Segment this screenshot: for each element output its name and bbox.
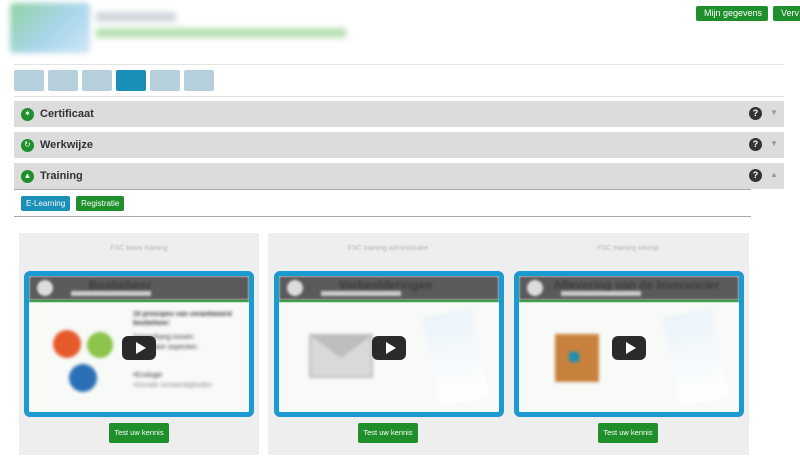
organization-name-blurred xyxy=(96,12,176,22)
channel-name-blurred xyxy=(71,291,151,296)
video-player-1[interactable]: Bosbeheer 10 principes van verantwoord b… xyxy=(24,271,254,417)
header: Mijn gegevens Verv xyxy=(0,0,800,62)
tabs-divider xyxy=(14,96,784,97)
paper-illustration xyxy=(422,307,490,407)
video-title-bar: Aflevering van de leverancier xyxy=(519,276,739,300)
envelope-illustration xyxy=(309,334,373,378)
certificate-icon: ✶ xyxy=(21,107,34,121)
play-icon[interactable] xyxy=(612,336,646,360)
play-icon[interactable] xyxy=(372,336,406,360)
graduation-cap-icon: ▲ xyxy=(21,169,34,183)
page: Mijn gegevens Verv ✶ Certificaat ? ▼ ↻ W… xyxy=(0,0,800,465)
help-icon[interactable]: ? xyxy=(749,169,762,182)
subtabs-divider xyxy=(14,216,751,217)
refresh-icon: ↻ xyxy=(21,138,34,152)
organization-subtitle-blurred xyxy=(96,28,346,38)
scheme-tab-4[interactable] xyxy=(116,70,146,91)
help-icon[interactable]: ? xyxy=(749,138,762,151)
scheme-tabs xyxy=(14,70,214,92)
scheme-tab-5[interactable] xyxy=(150,70,180,91)
video-label: FSC training administratie xyxy=(347,245,429,252)
video-player-3[interactable]: Aflevering van de leverancier xyxy=(514,271,744,417)
tab-registratie[interactable]: Registratie xyxy=(76,196,125,211)
accordion-title: Training xyxy=(40,170,83,182)
chevron-down-icon[interactable]: ▼ xyxy=(770,139,778,148)
video-player-2[interactable]: Verbeelderingen xyxy=(274,271,504,417)
accordion-werkwijze[interactable]: ↻ Werkwijze ? ▼ xyxy=(14,132,784,158)
video-card-1: FSC basis training Bosbeheer 10 principe… xyxy=(19,233,259,455)
verv-button[interactable]: Verv xyxy=(773,6,800,21)
channel-avatar xyxy=(287,280,303,296)
slide-text-3: •Ecologie xyxy=(133,372,163,379)
video-title: Verbeelderingen xyxy=(339,278,433,292)
video-card-3: FSC training inkoop Aflevering van de le… xyxy=(508,233,748,455)
channel-avatar xyxy=(527,280,543,296)
help-icon[interactable]: ? xyxy=(749,107,762,120)
accordion-title: Certificaat xyxy=(40,108,94,120)
play-icon[interactable] xyxy=(122,336,156,360)
paper-illustration xyxy=(662,307,730,407)
training-panel: FSC basis training Bosbeheer 10 principe… xyxy=(19,233,749,455)
channel-name-blurred xyxy=(561,291,641,296)
channel-name-blurred xyxy=(321,291,401,296)
test-uw-kennis-button[interactable]: Test uw kennis xyxy=(598,423,658,443)
scheme-tab-3[interactable] xyxy=(82,70,112,91)
video-card-2: FSC training administratie Verbeeldering… xyxy=(268,233,508,455)
mijn-gegevens-button[interactable]: Mijn gegevens xyxy=(696,6,768,21)
video-title-bar: Verbeelderingen xyxy=(279,276,499,300)
accordion-certificaat[interactable]: ✶ Certificaat ? ▼ xyxy=(14,101,784,127)
test-uw-kennis-button[interactable]: Test uw kennis xyxy=(358,423,418,443)
header-divider xyxy=(14,64,784,65)
cardboard-box-illustration xyxy=(555,334,599,382)
scheme-tab-6[interactable] xyxy=(184,70,214,91)
video-label: FSC basis training xyxy=(110,245,168,252)
video-title-bar: Bosbeheer xyxy=(29,276,249,300)
training-header-divider xyxy=(14,189,751,190)
video-title: Aflevering van de leverancier xyxy=(553,278,720,292)
accordion-title: Werkwijze xyxy=(40,139,93,151)
training-subtabs: E-Learning Registratie xyxy=(21,196,125,211)
slide-heading: 10 principes van verantwoord bosbeheer: xyxy=(133,311,232,327)
chevron-up-icon[interactable]: ▲ xyxy=(770,170,778,179)
accordion-training[interactable]: ▲ Training ? ▲ xyxy=(14,163,784,189)
scheme-tab-2[interactable] xyxy=(48,70,78,91)
channel-avatar xyxy=(37,280,53,296)
organization-logo xyxy=(10,3,90,53)
video-title: Bosbeheer xyxy=(89,278,152,292)
test-uw-kennis-button[interactable]: Test uw kennis xyxy=(109,423,169,443)
video-label: FSC training inkoop xyxy=(597,245,659,252)
slide-text-4: •Sociale omstandigheden xyxy=(133,382,213,389)
scheme-tab-1[interactable] xyxy=(14,70,44,91)
tab-elearning[interactable]: E-Learning xyxy=(21,196,71,211)
panel-column-divider xyxy=(259,233,268,455)
chevron-down-icon[interactable]: ▼ xyxy=(770,108,778,117)
